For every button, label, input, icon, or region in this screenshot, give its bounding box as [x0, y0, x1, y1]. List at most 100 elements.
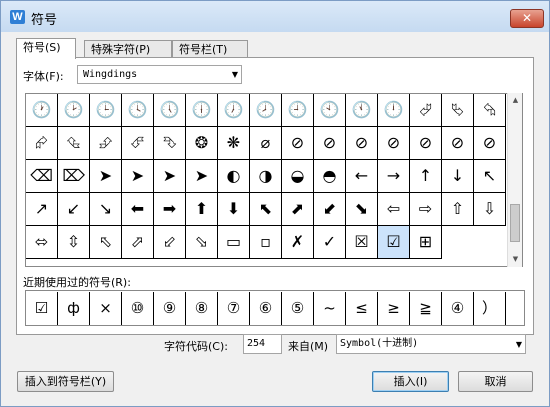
- symbol-cell[interactable]: ➤: [186, 160, 218, 193]
- tab-special-chars[interactable]: 特殊字符(P): [84, 40, 172, 57]
- symbol-cell[interactable]: ⮱: [442, 94, 474, 127]
- symbol-cell[interactable]: 🕐: [26, 94, 58, 127]
- symbol-cell[interactable]: ⮷: [154, 127, 186, 160]
- symbol-cell[interactable]: 🕒: [90, 94, 122, 127]
- symbol-cell[interactable]: ☑: [378, 226, 410, 259]
- symbol-cell[interactable]: ⊘: [442, 127, 474, 160]
- symbol-cell[interactable]: ⮳: [26, 127, 58, 160]
- symbol-cell[interactable]: ⌦: [58, 160, 90, 193]
- recent-symbol-cell[interactable]: ⑩: [122, 292, 154, 325]
- scroll-up-icon[interactable]: ▲: [508, 93, 523, 108]
- symbol-cell[interactable]: 🕕: [186, 94, 218, 127]
- recent-symbol-cell[interactable]: ⑧: [186, 292, 218, 325]
- symbol-cell[interactable]: 🕑: [58, 94, 90, 127]
- symbol-cell[interactable]: ◓: [314, 160, 346, 193]
- recent-symbol-cell[interactable]: ⑥: [250, 292, 282, 325]
- symbol-cell[interactable]: ←: [346, 160, 378, 193]
- symbol-cell[interactable]: →: [378, 160, 410, 193]
- symbol-cell[interactable]: ↑: [410, 160, 442, 193]
- symbol-cell[interactable]: ⬊: [346, 193, 378, 226]
- symbol-cell[interactable]: ⇦: [378, 193, 410, 226]
- from-select[interactable]: Symbol(十进制) ▼: [336, 334, 526, 354]
- symbol-cell[interactable]: 🕚: [346, 94, 378, 127]
- symbol-cell[interactable]: ⬂: [186, 226, 218, 259]
- symbol-cell[interactable]: ⮵: [90, 127, 122, 160]
- symbol-cell[interactable]: ⇨: [410, 193, 442, 226]
- recent-symbol-cell[interactable]: ≤: [346, 292, 378, 325]
- symbol-cell[interactable]: ⬃: [154, 226, 186, 259]
- close-button[interactable]: ✕: [510, 9, 544, 28]
- symbol-cell[interactable]: ⊘: [346, 127, 378, 160]
- symbol-cell[interactable]: ⮰: [410, 94, 442, 127]
- symbol-cell[interactable]: ↘: [90, 193, 122, 226]
- symbol-cell[interactable]: ▭: [218, 226, 250, 259]
- font-select[interactable]: Wingdings ▼: [77, 65, 242, 84]
- symbol-cell[interactable]: ✗: [282, 226, 314, 259]
- symbol-cell[interactable]: ➤: [90, 160, 122, 193]
- symbol-cell[interactable]: ☒: [346, 226, 378, 259]
- recent-symbol-cell[interactable]: ×: [90, 292, 122, 325]
- cancel-button[interactable]: 取消: [458, 371, 533, 392]
- symbol-cell[interactable]: ⬁: [90, 226, 122, 259]
- symbol-cell[interactable]: ↗: [26, 193, 58, 226]
- symbol-cell[interactable]: ◐: [218, 160, 250, 193]
- symbol-cell[interactable]: ⇳: [58, 226, 90, 259]
- symbol-cell[interactable]: ↖: [474, 160, 506, 193]
- symbol-cell[interactable]: ▫: [250, 226, 282, 259]
- recent-symbol-cell[interactable]: ф: [58, 292, 90, 325]
- symbol-cell[interactable]: ❂: [186, 127, 218, 160]
- symbol-cell[interactable]: ➤: [122, 160, 154, 193]
- symbol-cell[interactable]: ◒: [282, 160, 314, 193]
- symbol-cell[interactable]: ⬆: [186, 193, 218, 226]
- tab-symbols[interactable]: 符号(S): [16, 38, 76, 59]
- symbol-cell[interactable]: ↓: [442, 160, 474, 193]
- symbol-cell[interactable]: 🕔: [154, 94, 186, 127]
- symbol-cell[interactable]: ↙: [58, 193, 90, 226]
- symbol-cell[interactable]: ⊞: [410, 226, 442, 259]
- insert-button[interactable]: 插入(I): [372, 371, 449, 392]
- symbol-cell[interactable]: ⬅: [122, 193, 154, 226]
- symbol-cell[interactable]: ⌫: [26, 160, 58, 193]
- symbol-cell[interactable]: ⊘: [282, 127, 314, 160]
- symbol-cell[interactable]: ❋: [218, 127, 250, 160]
- symbol-cell[interactable]: ⬈: [282, 193, 314, 226]
- symbol-cell[interactable]: ⊘: [314, 127, 346, 160]
- symbol-cell[interactable]: ⮴: [58, 127, 90, 160]
- scroll-down-icon[interactable]: ▼: [508, 252, 523, 267]
- recent-symbol-cell[interactable]: ≧: [410, 292, 442, 325]
- symbol-cell[interactable]: 🕘: [282, 94, 314, 127]
- recent-symbol-cell[interactable]: ）: [474, 292, 506, 325]
- insert-to-symbol-bar-button[interactable]: 插入到符号栏(Y): [17, 371, 114, 392]
- recent-symbol-cell[interactable]: ⑨: [154, 292, 186, 325]
- symbol-cell[interactable]: 🕛: [378, 94, 410, 127]
- symbol-cell[interactable]: ⬇: [218, 193, 250, 226]
- symbol-cell[interactable]: 🕓: [122, 94, 154, 127]
- symbol-cell[interactable]: ✓: [314, 226, 346, 259]
- symbol-cell[interactable]: ⊘: [378, 127, 410, 160]
- recent-symbol-cell[interactable]: ⑤: [282, 292, 314, 325]
- scroll-thumb[interactable]: [510, 204, 520, 242]
- recent-symbol-cell[interactable]: ④: [442, 292, 474, 325]
- symbol-cell[interactable]: ◑: [250, 160, 282, 193]
- symbol-cell[interactable]: ⬀: [122, 226, 154, 259]
- title-bar[interactable]: W 符号 ✕: [1, 1, 549, 32]
- symbol-cell[interactable]: ⌀: [250, 127, 282, 160]
- symbol-cell[interactable]: 🕗: [250, 94, 282, 127]
- symbol-cell[interactable]: ⊘: [474, 127, 506, 160]
- symbol-cell[interactable]: ⬉: [250, 193, 282, 226]
- symbol-cell[interactable]: ⬋: [314, 193, 346, 226]
- symbol-cell[interactable]: ➤: [154, 160, 186, 193]
- symbol-grid-scrollbar[interactable]: ▲ ▼: [507, 93, 522, 267]
- recent-symbol-cell[interactable]: ~: [314, 292, 346, 325]
- recent-symbol-cell[interactable]: ≥: [378, 292, 410, 325]
- symbol-cell[interactable]: ⊘: [410, 127, 442, 160]
- symbol-cell[interactable]: ➡: [154, 193, 186, 226]
- symbol-cell[interactable]: 🕙: [314, 94, 346, 127]
- tab-symbol-bar[interactable]: 符号栏(T): [172, 40, 248, 57]
- symbol-cell[interactable]: ⮲: [474, 94, 506, 127]
- char-code-input[interactable]: 254: [243, 334, 282, 354]
- symbol-cell[interactable]: 🕖: [218, 94, 250, 127]
- symbol-cell[interactable]: ⇧: [442, 193, 474, 226]
- symbol-cell[interactable]: ⮶: [122, 127, 154, 160]
- symbol-cell[interactable]: ⬄: [26, 226, 58, 259]
